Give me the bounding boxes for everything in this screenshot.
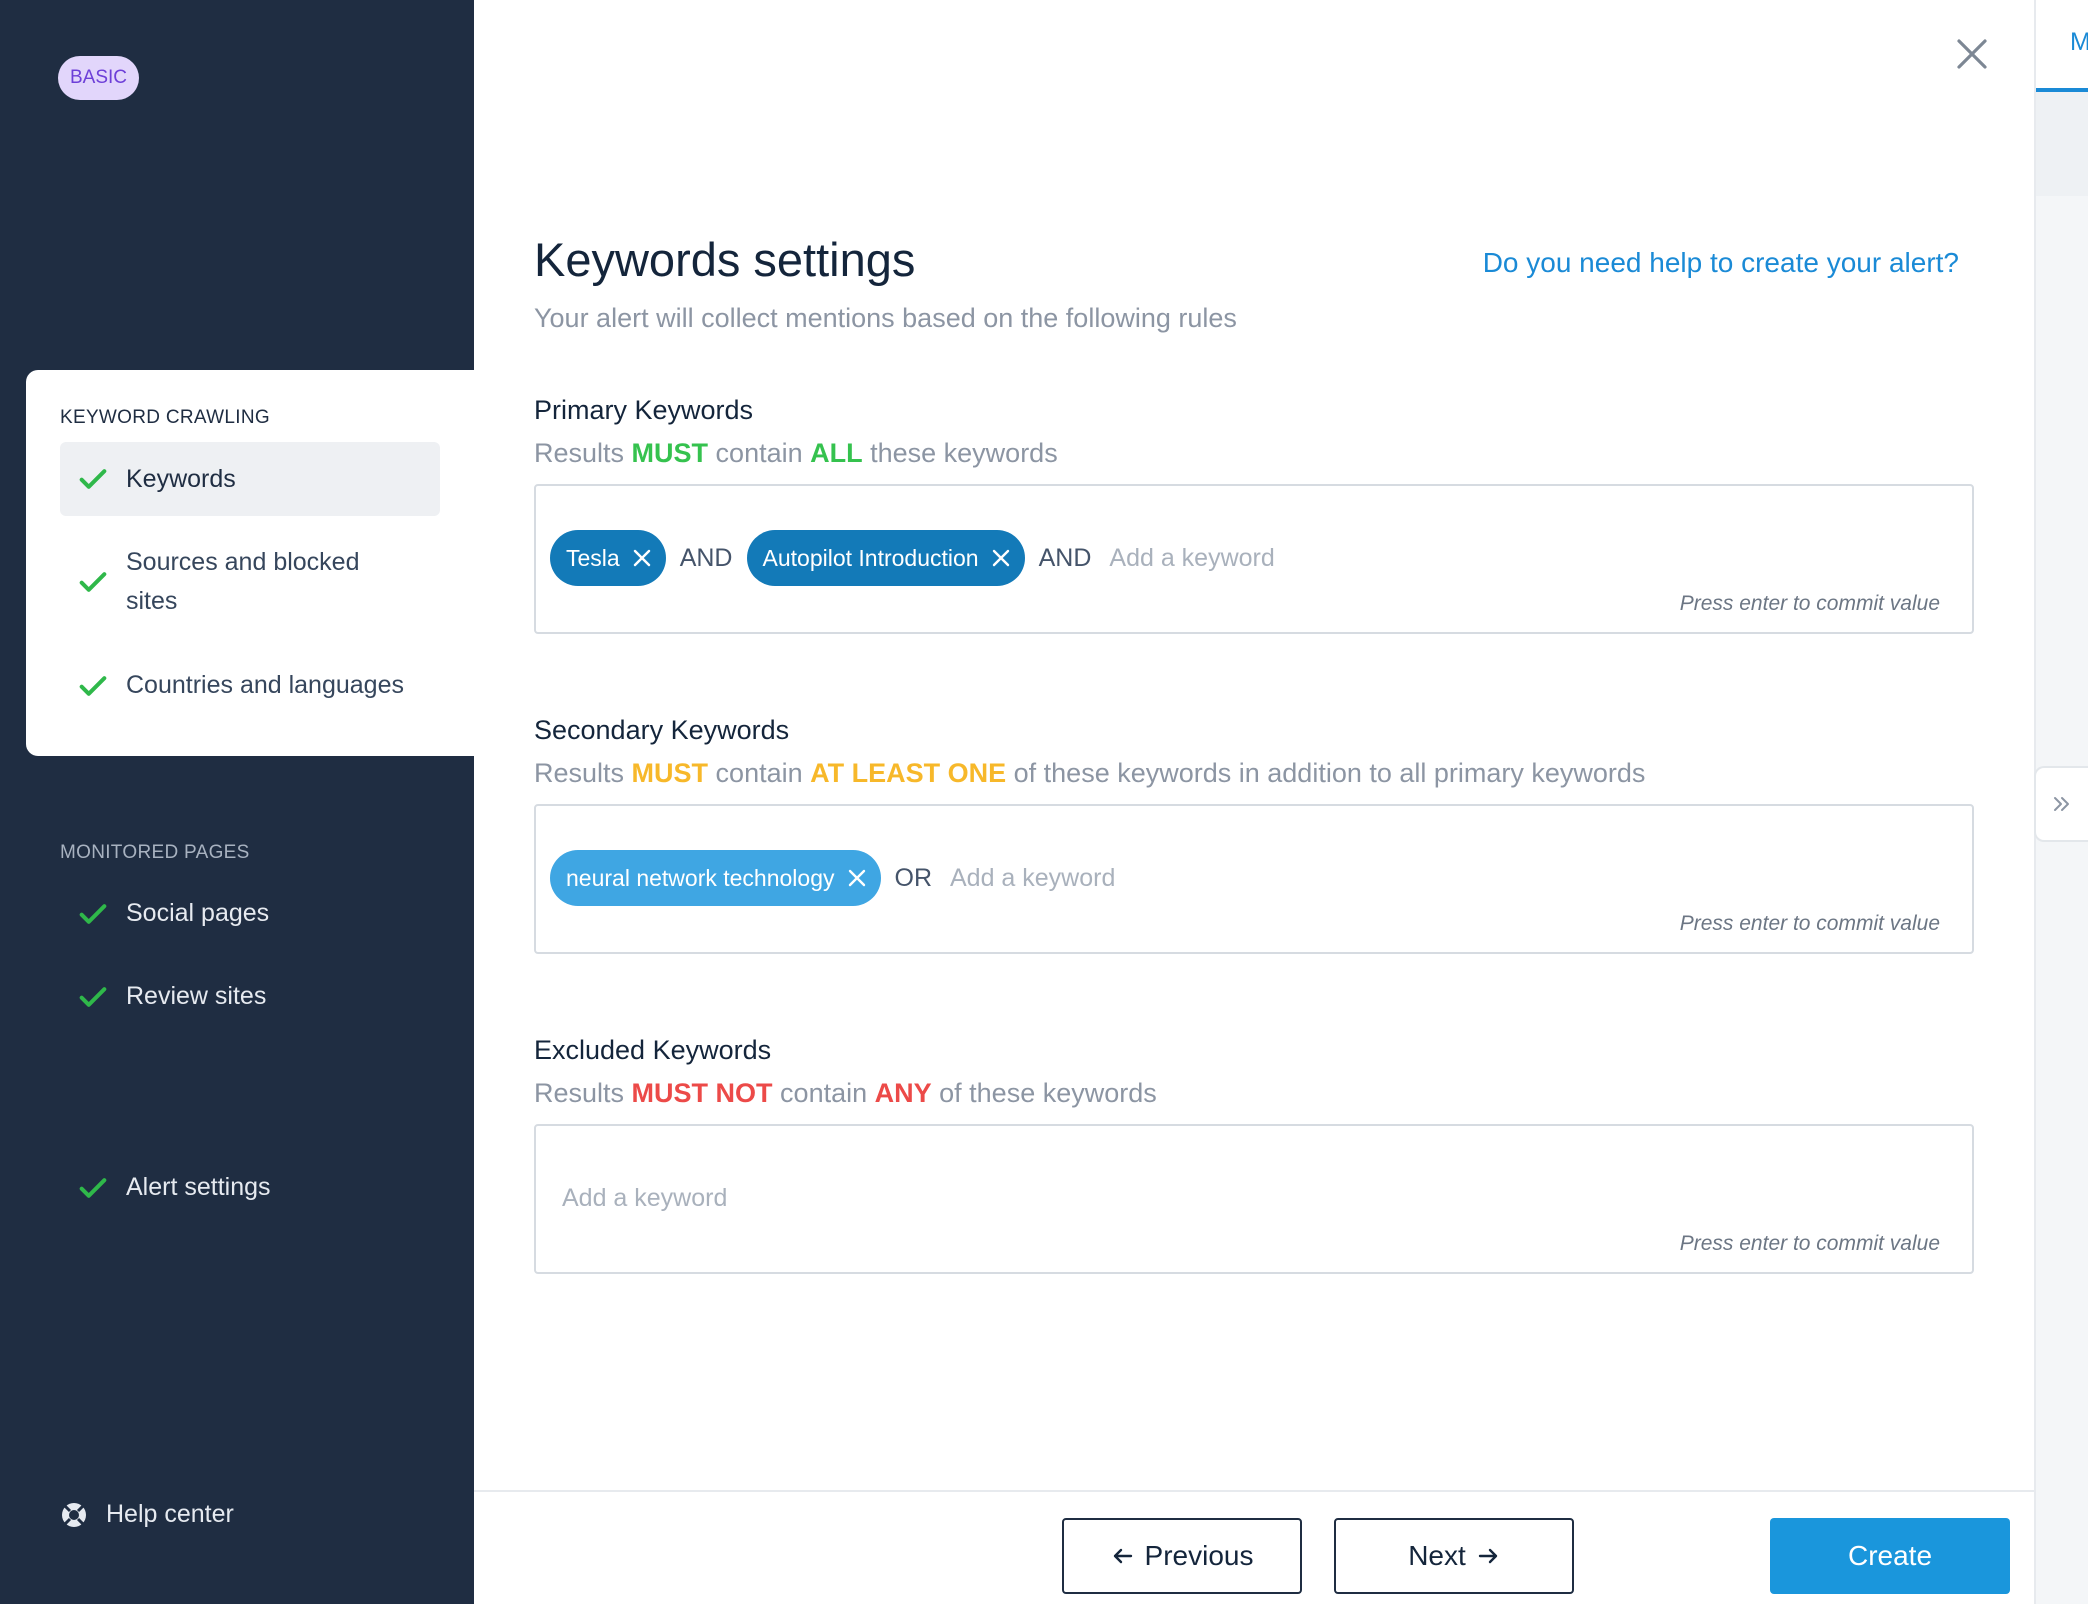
check-icon [79,572,107,592]
background-tab[interactable]: M [2036,0,2088,92]
sidebar-item-label: Alert settings [126,1173,271,1201]
previous-button[interactable]: Previous [1062,1518,1302,1594]
and-operator: AND [1038,543,1092,572]
rule-text: Results [534,438,632,468]
remove-chip-icon[interactable] [847,868,867,888]
rule-emphasis: MUST NOT [631,1078,773,1108]
section-title: Secondary Keywords [534,715,790,745]
section-title: Primary Keywords [534,395,754,425]
create-button[interactable]: Create [1770,1518,2010,1594]
section-rule: Results MUST NOT contain ANY of these ke… [534,1070,1974,1116]
excluded-keyword-input[interactable] [562,1178,922,1218]
arrow-right-icon [1478,1548,1497,1564]
rule-text: contain [772,1078,875,1108]
primary-keywords-section: Primary Keywords Results MUST contain AL… [534,390,1974,634]
sidebar-item-label: Social pages [126,899,270,927]
keyword-chip[interactable]: neural network technology [550,850,881,906]
section-rule: Results MUST contain ALL these keywords [534,430,1974,476]
wizard-sidebar: BASIC KEYWORD CRAWLING Keywords Sources … [0,0,474,1604]
check-icon [79,1177,107,1198]
remove-chip-icon[interactable] [632,548,652,568]
secondary-keywords-field[interactable]: neural network technology OR Press enter… [534,804,1974,954]
commit-hint: Press enter to commit value [1679,912,1940,935]
arrow-left-icon [1113,1548,1132,1564]
check-icon [79,675,107,696]
help-create-alert-link[interactable]: Do you need help to create your alert? [1483,247,1959,279]
section-title: Excluded Keywords [534,1035,772,1065]
check-icon [79,903,107,924]
secondary-keywords-section: Secondary Keywords Results MUST contain … [534,710,1974,954]
keyword-chip[interactable]: Autopilot Introduction [746,530,1025,586]
secondary-keyword-input[interactable] [950,858,1310,898]
sidebar-item-label: Review sites [126,982,267,1010]
wizard-footer: Previous Next Create [474,1490,2034,1604]
rule-text: of these keywords in addition to all pri… [1006,758,1646,788]
lifebuoy-icon [62,1502,86,1527]
monitored-pages-label: MONITORED PAGES [60,842,250,863]
rule-text: these keywords [862,438,1058,468]
rule-text: Results [534,758,632,788]
sidebar-item-label: Sources and blocked sites [126,548,360,615]
primary-keywords-field[interactable]: Tesla AND Autopilot Introduction AND Pre… [534,484,1974,634]
background-band [2036,92,2088,196]
sidebar-item-alert-settings[interactable]: Alert settings [60,1168,440,1207]
check-icon [79,986,107,1007]
close-icon[interactable] [1954,36,1990,72]
rule-text: contain [708,758,811,788]
sidebar-item-label: Countries and languages [126,671,404,699]
or-operator: OR [894,863,933,892]
rule-text: contain [708,438,811,468]
page-subtitle: Your alert will collect mentions based o… [534,303,1237,333]
commit-hint: Press enter to commit value [1679,1232,1940,1255]
check-icon [79,469,107,489]
excluded-keywords-field[interactable]: Press enter to commit value [534,1124,1974,1274]
rule-emphasis: MUST [631,758,709,788]
rule-emphasis: ALL [810,438,863,468]
page-title: Keywords settings [534,233,916,286]
rule-emphasis: ANY [874,1078,932,1108]
chip-label: Tesla [566,544,620,571]
sidebar-item-label: Keywords [126,464,236,493]
rule-emphasis: MUST [631,438,709,468]
primary-keyword-input[interactable] [1109,538,1470,578]
sidebar-item-social-pages[interactable]: Social pages [60,894,440,933]
rule-text: of these keywords [931,1078,1157,1108]
section-rule: Results MUST contain AT LEAST ONE of the… [534,750,1974,796]
next-label: Next [1408,1540,1466,1571]
sidebar-item-review-sites[interactable]: Review sites [60,977,440,1016]
remove-chip-icon[interactable] [991,548,1011,568]
commit-hint: Press enter to commit value [1679,592,1940,615]
sidebar-item-keywords[interactable]: Keywords [60,442,440,516]
expand-panel-button[interactable] [2034,766,2088,842]
rule-emphasis: AT LEAST ONE [810,758,1007,788]
keyword-chip[interactable]: Tesla [550,530,666,586]
sidebar-item-countries-languages[interactable]: Countries and languages [60,666,440,705]
help-center-link[interactable]: Help center [60,1500,234,1529]
next-button[interactable]: Next [1334,1518,1574,1594]
and-operator: AND [679,543,733,572]
sidebar-item-sources[interactable]: Sources and blocked sites [60,543,440,621]
chip-label: neural network technology [566,864,835,891]
keywords-settings-panel: Keywords settings Do you need help to cr… [474,0,2034,1604]
rule-text: Results [534,1078,632,1108]
previous-label: Previous [1144,1540,1254,1571]
plan-badge: BASIC [58,56,140,100]
double-chevron-right-icon [2054,797,2069,811]
keyword-crawling-label: KEYWORD CRAWLING [60,407,270,428]
chip-label: Autopilot Introduction [762,544,979,571]
help-center-label: Help center [106,1500,234,1528]
excluded-keywords-section: Excluded Keywords Results MUST NOT conta… [534,1030,1974,1274]
